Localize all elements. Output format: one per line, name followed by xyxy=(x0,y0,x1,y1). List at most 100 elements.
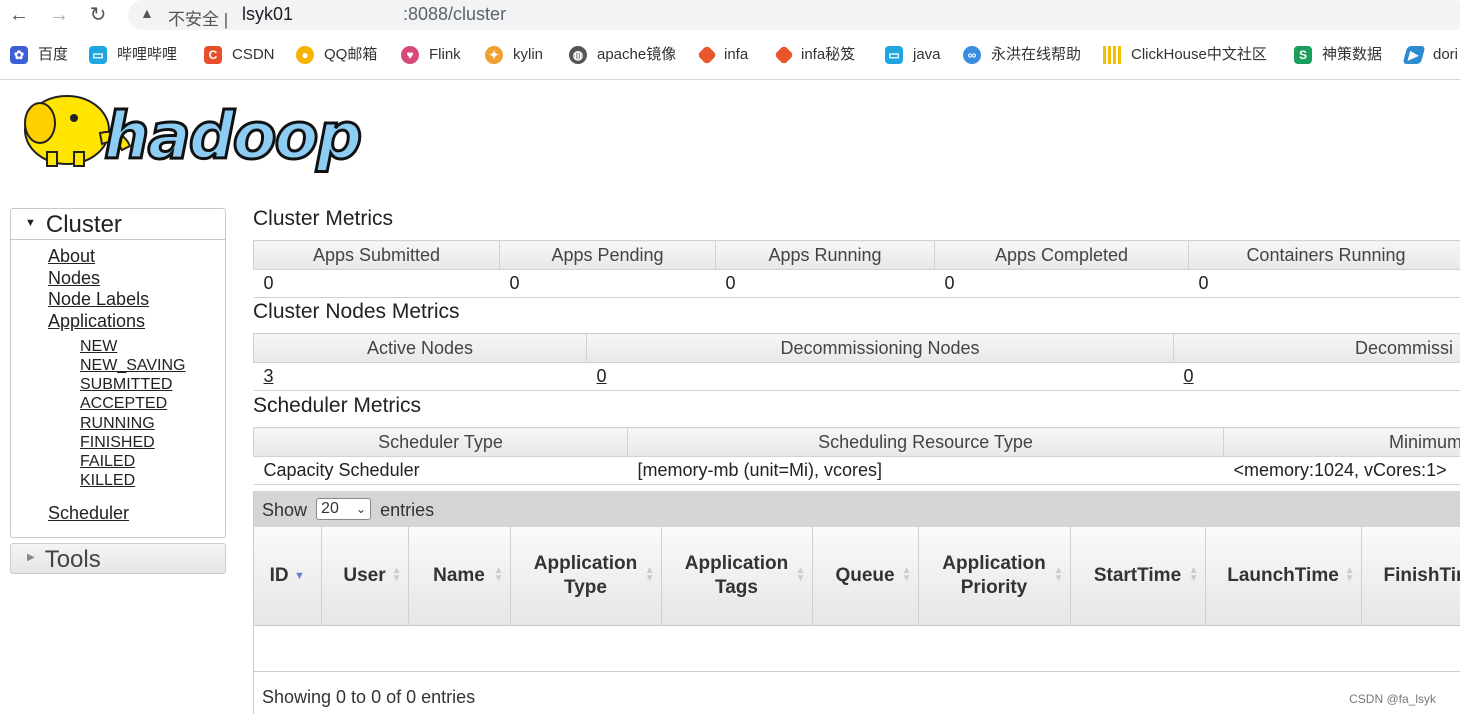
column-header: Containers Running xyxy=(1188,240,1460,270)
metric-value[interactable]: 0 xyxy=(1173,362,1460,391)
scheduler-metrics-table: Scheduler Type Scheduling Resource Type … xyxy=(253,427,1460,485)
decommissioning-nodes-link[interactable]: 0 xyxy=(597,366,607,386)
metric-value: [memory-mb (unit=Mi), vcores] xyxy=(627,456,1224,485)
entries-label: entries xyxy=(380,500,435,520)
nav-link-state-running[interactable]: RUNNING xyxy=(80,415,155,433)
column-header-user[interactable]: User ▲ ▼ xyxy=(321,527,409,626)
hadoop-logo[interactable]: hadoop xyxy=(12,88,392,183)
address-bar[interactable]: ▲ 不安全 | lsyk01 :8088/cluster xyxy=(128,0,1460,30)
nav-link-state-failed[interactable]: FAILED xyxy=(80,453,135,471)
cluster-section-header[interactable]: ▼ Cluster xyxy=(11,209,225,240)
column-header-application-priority[interactable]: Application Priority ▲ ▼ xyxy=(918,527,1071,626)
nav-link-node-labels[interactable]: Node Labels xyxy=(48,289,149,310)
browser-chrome: ← → ↻ ▲ 不安全 | lsyk01 :8088/cluster ✿ 百度 ▭… xyxy=(0,0,1460,80)
chevron-down-icon: ⌄ xyxy=(355,502,367,517)
forward-button[interactable]: → xyxy=(46,2,72,28)
bookmark-item[interactable]: infa xyxy=(697,45,748,65)
bookmark-item[interactable]: ♥ Flink xyxy=(401,45,461,65)
column-header-start-time[interactable]: StartTime ▲ ▼ xyxy=(1070,527,1206,626)
column-header-application-tags[interactable]: Application Tags ▲ ▼ xyxy=(661,527,813,626)
nav-link-applications[interactable]: Applications xyxy=(48,311,145,332)
infa-icon xyxy=(774,45,794,65)
nav-link-state-killed[interactable]: KILLED xyxy=(80,472,135,490)
column-header: Scheduler Type xyxy=(253,427,628,457)
nav-link-scheduler[interactable]: Scheduler xyxy=(48,503,129,524)
metric-value: 0 xyxy=(934,269,1189,298)
active-nodes-link[interactable]: 3 xyxy=(264,366,274,386)
bookmark-item[interactable]: ClickHouse中文社区 xyxy=(1103,45,1267,65)
column-header-application-type[interactable]: Application Type ▲ ▼ xyxy=(510,527,662,626)
address-row: ← → ↻ ▲ 不安全 | lsyk01 :8088/cluster xyxy=(0,0,1460,30)
sort-desc-icon: ▼ xyxy=(293,569,305,582)
back-button[interactable]: ← xyxy=(6,2,32,28)
column-header: Apps Pending xyxy=(499,240,716,270)
svg-text:hadoop: hadoop xyxy=(104,100,361,174)
column-header-name[interactable]: Name ▲ ▼ xyxy=(408,527,511,626)
sort-icon: ▲ ▼ xyxy=(391,565,402,584)
bookmarks-bar: ✿ 百度 ▭ 哔哩哔哩 C CSDN ● QQ邮箱 ♥ Flink ✦ kylin ◍ apa… xyxy=(0,40,1460,70)
column-header: Decommissi xyxy=(1173,333,1460,363)
bookmark-item[interactable]: ∞ 永洪在线帮助 xyxy=(963,45,1081,65)
csdn-icon: C xyxy=(204,46,222,65)
column-header: Apps Running xyxy=(715,240,935,270)
tools-section-header[interactable]: ▶ Tools xyxy=(10,543,226,574)
nav-link-state-new-saving[interactable]: NEW_SAVING xyxy=(80,357,186,375)
cluster-nodes-metrics-table: Active Nodes Decommissioning Nodes Decom… xyxy=(253,333,1460,391)
watermark: CSDN @fa_lsyk xyxy=(1349,692,1436,706)
metric-value: 0 xyxy=(1188,269,1460,298)
nav-link-about[interactable]: About xyxy=(48,246,95,267)
sort-icon: ▲ ▼ xyxy=(1053,565,1064,584)
applications-table-panel: Show 20 ⌄ entries ID ▼ User ▲ ▼ Name ▲ ▼ Appl… xyxy=(253,491,1460,714)
bookmark-item[interactable]: infa秘笈 xyxy=(774,45,855,65)
bookmark-item[interactable]: ▭ java xyxy=(885,45,941,65)
nav-link-nodes[interactable]: Nodes xyxy=(48,268,100,289)
metric-value: 0 xyxy=(253,269,500,298)
metric-value[interactable]: 0 xyxy=(586,362,1174,391)
metric-value: 0 xyxy=(715,269,935,298)
reload-button[interactable]: ↻ xyxy=(85,2,111,28)
sensors-icon: S xyxy=(1294,46,1312,65)
bookmark-item[interactable]: ◍ apache镜像 xyxy=(569,45,676,65)
url-path: :8088/cluster xyxy=(403,4,507,24)
baidu-icon: ✿ xyxy=(10,46,28,65)
column-header: Scheduling Resource Type xyxy=(627,427,1224,457)
insecure-label: 不安全 | xyxy=(168,10,229,29)
sort-icon: ▲ ▼ xyxy=(644,565,655,584)
sort-icon: ▲ ▼ xyxy=(493,565,504,584)
column-header-id[interactable]: ID ▼ xyxy=(254,527,322,626)
warning-icon[interactable]: ▲ xyxy=(140,5,154,21)
bilibili-icon: ▭ xyxy=(89,46,107,65)
column-header: Minimum xyxy=(1223,427,1460,457)
nav-link-state-accepted[interactable]: ACCEPTED xyxy=(80,395,167,413)
bookmark-item[interactable]: ✦ kylin xyxy=(485,45,543,65)
yonghong-icon: ∞ xyxy=(963,46,981,65)
decommissioned-nodes-link[interactable]: 0 xyxy=(1184,366,1194,386)
bookmark-item[interactable]: C CSDN xyxy=(204,45,275,65)
column-header-finish-time[interactable]: FinishTime xyxy=(1361,527,1460,626)
bilibili-icon: ▭ xyxy=(885,46,903,65)
page-size-select[interactable]: 20 ⌄ xyxy=(316,498,372,521)
bookmark-item[interactable]: ▭ 哔哩哔哩 xyxy=(89,45,177,65)
metric-value[interactable]: 3 xyxy=(253,362,587,391)
nav-link-state-new[interactable]: NEW xyxy=(80,338,117,356)
flink-icon: ♥ xyxy=(401,46,419,65)
bookmark-item[interactable]: ✿ 百度 xyxy=(10,45,68,65)
qq-mail-icon: ● xyxy=(296,46,314,65)
metric-value: Capacity Scheduler xyxy=(253,456,628,485)
cluster-nodes-metrics-title: Cluster Nodes Metrics xyxy=(253,300,460,323)
column-header-queue[interactable]: Queue ▲ ▼ xyxy=(812,527,919,626)
bookmark-item[interactable]: S 神策数据 xyxy=(1294,45,1382,65)
column-header: Decommissioning Nodes xyxy=(586,333,1174,363)
column-header: Apps Completed xyxy=(934,240,1189,270)
nav-link-state-finished[interactable]: FINISHED xyxy=(80,434,155,452)
column-header-launch-time[interactable]: LaunchTime ▲ ▼ xyxy=(1205,527,1362,626)
column-header: Active Nodes xyxy=(253,333,587,363)
nav-link-state-submitted[interactable]: SUBMITTED xyxy=(80,376,172,394)
scheduler-metrics-title: Scheduler Metrics xyxy=(253,394,422,417)
bookmark-item[interactable]: ● QQ邮箱 xyxy=(296,45,377,65)
cluster-metrics-title: Cluster Metrics xyxy=(253,207,394,230)
table-info: Showing 0 to 0 of 0 entries xyxy=(262,687,476,707)
bookmark-item[interactable]: ▶ dori xyxy=(1402,45,1458,65)
sort-icon: ▲ ▼ xyxy=(901,565,912,584)
table-row xyxy=(254,625,1460,671)
